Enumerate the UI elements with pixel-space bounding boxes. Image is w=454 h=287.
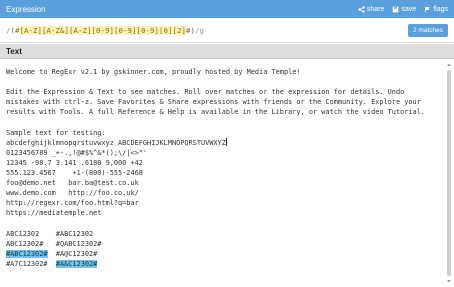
regex-char-class: [A-Z&] [42, 25, 69, 35]
text-editor[interactable]: Welcome to RegExr v2.1 by gskinner.com, … [0, 59, 454, 287]
regex-char-class: [0-9] [91, 25, 114, 35]
regex-char-class: [0] [159, 25, 173, 35]
scroll-down-arrow-icon[interactable] [446, 278, 452, 284]
save-icon [393, 6, 399, 12]
code-gap [43, 240, 55, 248]
code-left: #A7C12302# [6, 259, 48, 268]
regex-char-class: [0-9] [114, 25, 137, 35]
instructions-paragraph: Edit the Expression & Text to see matche… [6, 88, 426, 117]
sample-line: abcdefghijklmnopqrstuvwxyz ABCDEFGHIJKLM… [6, 138, 226, 147]
text-header: Text [0, 44, 454, 59]
text-caret [225, 137, 227, 146]
sample-line-with-caret: abcdefghijklmnopqrstuvwxyz ABCDEFGHIJKLM… [6, 137, 438, 148]
code-gap [48, 250, 56, 258]
regex-match-highlight[interactable]: #ABC12302# [6, 249, 48, 258]
expression-input[interactable]: /(#[A-Z][A-Z&][A-Z][0-9][0-9][0-9][0][2]… [6, 25, 402, 35]
flags-button[interactable]: flags [424, 6, 448, 13]
text-title: Text [6, 46, 22, 56]
share-button[interactable]: share [358, 5, 385, 13]
code-row: #A7C12302# #A&C12302# [6, 259, 438, 269]
sample-line: www.demo.com http://foo.co.uk/ [6, 189, 139, 198]
code-gap [39, 230, 56, 238]
sample-line: https://mediatemple.net [6, 209, 102, 218]
sample-line: foo@demo.net bar.ba@test.co.uk [6, 179, 139, 188]
welcome-line: Welcome to RegExr v2.1 by gskinner.com, … [6, 68, 301, 76]
code-right: #QABC12302# [55, 239, 102, 248]
code-left: ABC12302# [6, 239, 44, 248]
flags-label: flags [433, 5, 448, 13]
sample-line: 555.123.4567 +1-(800)-555-2468 [6, 168, 143, 177]
code-left: ABC12302 [6, 229, 40, 238]
code-gap [48, 260, 56, 268]
regex-char-class: [A-Z] [69, 25, 92, 35]
code-row: #ABC12302# #A@C12302# [6, 249, 438, 259]
regex-char-class: [0-9] [136, 25, 159, 35]
save-button[interactable]: save [392, 6, 416, 13]
regex-char-class: [2] [172, 25, 186, 35]
regex-char-class: [A-Z] [19, 25, 42, 35]
match-count-badge: 2 matches [408, 23, 448, 37]
code-row: ABC12302 #ABC12302 [6, 229, 438, 239]
sample-line: http://regexr.com/foo.html?q=bar [6, 199, 139, 208]
expression-header: Expression share save flags [0, 0, 454, 18]
flag-icon [425, 6, 430, 12]
code-row: ABC12302# #QABC12302# [6, 239, 438, 249]
code-right: #A@C12302# [55, 249, 98, 258]
expression-title: Expression [6, 4, 46, 14]
code-right: #ABC12302 [55, 229, 94, 238]
scroll-up-arrow-icon[interactable] [446, 62, 452, 68]
scroll-thumb[interactable] [447, 70, 451, 276]
expression-actions: share save flags [358, 6, 448, 13]
text-scrollbar[interactable] [446, 62, 452, 284]
share-icon [358, 5, 365, 13]
regex-literal-hash: # [15, 25, 20, 35]
regex-match-highlight[interactable]: #A&C12302# [55, 259, 98, 268]
share-label: share [366, 5, 385, 13]
sample-line: 12345 -98.7 3.141 .6180 9,000 +42 [6, 158, 143, 167]
sample-line: Sample text for testing: [6, 128, 106, 137]
regex-flags[interactable]: g [200, 26, 205, 35]
sample-line: 0123456789 _+-.,!@#$%^&*();\/|<>"' [6, 148, 148, 157]
save-label: save [401, 5, 417, 13]
expression-row: /(#[A-Z][A-Z&][A-Z][0-9][0-9][0-9][0][2]… [0, 18, 454, 43]
